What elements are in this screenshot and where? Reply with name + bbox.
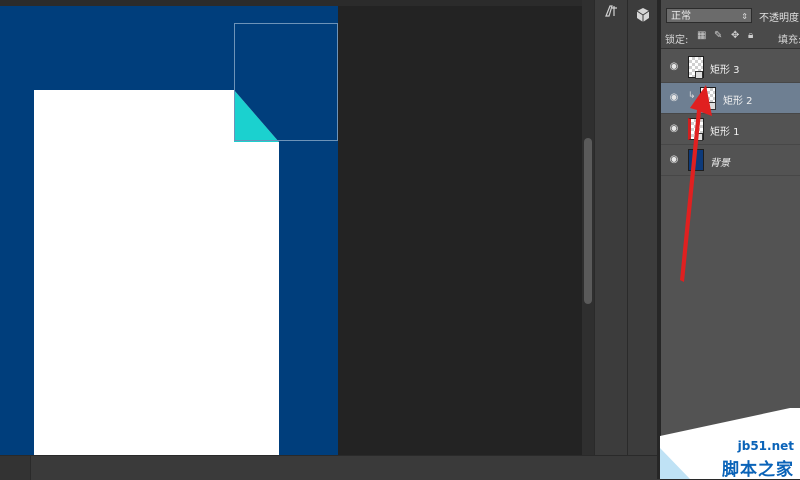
- blend-mode-select[interactable]: 正常 ⇕: [666, 8, 752, 23]
- vector-mask-icon: [695, 133, 703, 141]
- vertical-scrollbar-thumb[interactable]: [584, 138, 592, 304]
- fill-label: 填充:: [778, 35, 800, 46]
- watermark: jb51.net 脚本之家: [660, 408, 800, 480]
- eye-icon[interactable]: ◉: [667, 92, 681, 104]
- layer-name: 背景: [710, 158, 730, 169]
- white-rectangle-shape[interactable]: [34, 90, 279, 455]
- vector-mask-icon: [708, 102, 716, 110]
- lock-label: 锁定:: [665, 35, 689, 46]
- eye-icon[interactable]: ◉: [667, 61, 681, 73]
- layer-name: 矩形 3: [710, 65, 740, 76]
- collapsed-panel-dock: [594, 0, 627, 455]
- updown-arrow-icon: ⇕: [741, 12, 748, 21]
- blend-mode-value: 正常: [671, 11, 691, 22]
- layer-name: 矩形 2: [723, 96, 753, 107]
- layer-thumbnail: [688, 149, 704, 171]
- layer-row-rect1[interactable]: ◉ 矩形 1: [661, 114, 800, 145]
- shape-bounding-box[interactable]: [234, 23, 338, 141]
- layer-row-rect3[interactable]: ◉ 矩形 3: [661, 52, 800, 83]
- layer-row-rect2[interactable]: ◉ ↳ 矩形 2: [661, 83, 800, 114]
- bottom-status-bar: [0, 455, 660, 480]
- eye-icon[interactable]: ◉: [667, 154, 681, 166]
- vector-mask-icon: [695, 71, 703, 79]
- 3d-cube-icon[interactable]: [631, 7, 655, 29]
- paragraph-icon[interactable]: [599, 3, 623, 25]
- lock-transparent-icon[interactable]: ▦: [697, 30, 706, 41]
- opacity-label: 不透明度: [759, 13, 799, 24]
- lock-all-icon[interactable]: 🔒︎: [748, 30, 753, 41]
- layer-name: 矩形 1: [710, 127, 740, 138]
- collapsed-panel-dock-2: [627, 0, 658, 455]
- watermark-title: 脚本之家: [722, 460, 794, 480]
- clipping-mask-arrow-icon: ↳: [688, 91, 696, 101]
- eye-icon[interactable]: ◉: [667, 123, 681, 135]
- watermark-url: jb51.net: [737, 439, 794, 453]
- lock-position-move-icon[interactable]: ✥: [731, 30, 739, 41]
- status-segment: [0, 456, 31, 480]
- lock-image-brush-icon[interactable]: ✎: [714, 30, 722, 41]
- layer-row-background[interactable]: ◉ 背景: [661, 145, 800, 176]
